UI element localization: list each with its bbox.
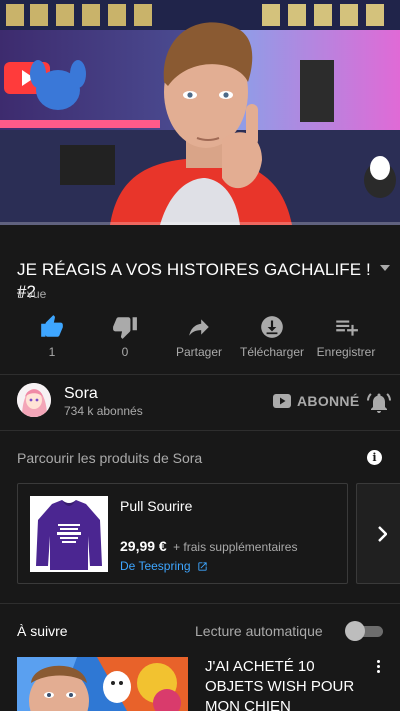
save-label: Enregistrer [316, 345, 376, 359]
chevron-right-icon [378, 526, 387, 542]
dislike-count: 0 [121, 345, 129, 359]
thumbs-down-icon [113, 317, 137, 339]
thumbnail-image [17, 657, 188, 711]
notification-bell-button[interactable] [367, 391, 391, 420]
product-price: 29,99 € [120, 538, 167, 554]
notification-bell-icon [367, 393, 391, 413]
subscriber-count: 734 k abonnés [64, 404, 143, 418]
expand-chevron-icon[interactable] [380, 265, 390, 271]
external-link-icon [197, 561, 207, 571]
save-button[interactable]: Enregistrer [306, 312, 386, 359]
up-next-thumbnail[interactable] [17, 657, 188, 711]
video-player[interactable] [0, 0, 400, 225]
divider [0, 603, 400, 604]
more-options-icon[interactable] [372, 660, 384, 676]
next-product-button[interactable] [356, 483, 400, 584]
autoplay-toggle[interactable] [345, 621, 383, 641]
subscribed-label: ABONNÉ [297, 393, 360, 409]
youtube-play-icon [273, 394, 291, 408]
product-image [30, 496, 108, 572]
channel-row[interactable]: Sora 734 k abonnés ABONNÉ [0, 375, 400, 430]
up-next-label: À suivre [17, 623, 68, 639]
product-name: Pull Sourire [120, 498, 193, 514]
video-title: JE RÉAGIS A VOS HISTOIRES GACHALIFE ! #2 [17, 260, 371, 301]
download-icon [261, 316, 283, 338]
view-count: 1 vue [17, 287, 47, 301]
thumbs-up-icon [41, 315, 63, 337]
product-seller-label: De Teespring [120, 559, 191, 573]
merch-shelf-title: Parcourir les produits de Sora [17, 450, 203, 466]
action-bar: 1 0 Partager Télécharger Enregistrer [0, 312, 400, 370]
dislike-button[interactable]: 0 [85, 312, 165, 359]
progress-bar[interactable] [0, 222, 400, 225]
channel-name[interactable]: Sora [64, 385, 98, 403]
autoplay-label: Lecture automatique [195, 623, 323, 639]
hoodie-image [30, 496, 108, 572]
title-row[interactable]: JE RÉAGIS A VOS HISTOIRES GACHALIFE ! #2 [17, 259, 392, 303]
product-extra-fees: + frais supplémentaires [173, 540, 298, 554]
share-label: Partager [175, 345, 223, 359]
product-price-row: 29,99 € + frais supplémentaires [120, 538, 297, 554]
like-button[interactable]: 1 [12, 312, 92, 359]
like-count: 1 [48, 345, 56, 359]
subscribed-button[interactable]: ABONNÉ [273, 393, 359, 409]
autoplay-toggle-knob [345, 621, 365, 641]
playlist-add-icon [336, 320, 358, 336]
product-card[interactable]: Pull Sourire 29,99 € + frais supplémenta… [17, 483, 348, 584]
download-label: Télécharger [239, 345, 305, 359]
channel-avatar[interactable] [17, 383, 51, 417]
divider [0, 430, 400, 431]
product-seller-link[interactable]: De Teespring [120, 559, 208, 573]
up-next-title[interactable]: J'AI ACHETÉ 10 OBJETS WISH POUR MON CHIE… [205, 657, 355, 711]
video-frame-image [0, 0, 400, 225]
download-button[interactable]: Télécharger [232, 312, 312, 359]
share-icon [189, 319, 209, 336]
avatar-image [17, 383, 51, 417]
info-icon[interactable]: i [367, 450, 382, 465]
share-button[interactable]: Partager [159, 312, 239, 359]
